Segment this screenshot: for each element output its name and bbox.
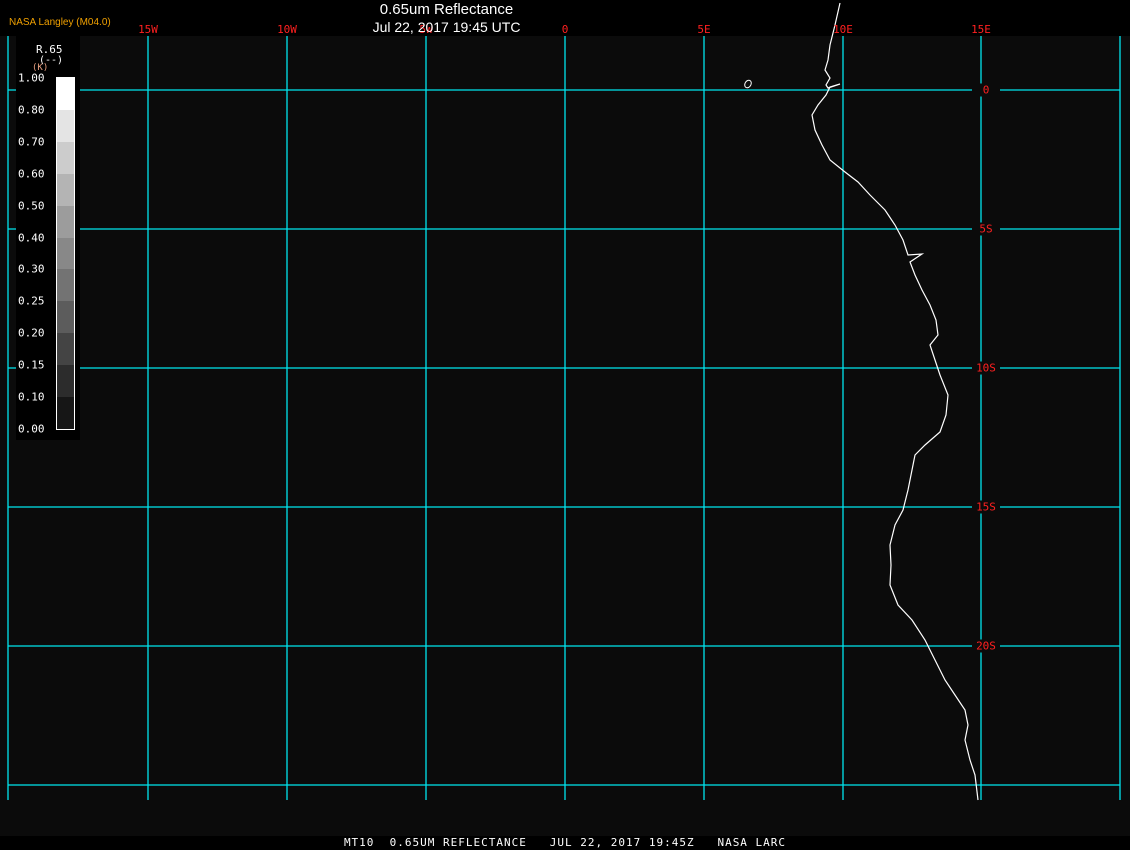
legend-tick-label: 0.70	[18, 135, 45, 149]
image-timestamp: Jul 22, 2017 19:45 UTC	[372, 19, 521, 35]
footer-caption: MT10 0.65UM REFLECTANCE JUL 22, 2017 19:…	[343, 836, 787, 849]
legend-tick-label: 0.20	[18, 326, 45, 340]
island-outline	[744, 79, 752, 89]
legend-swatch	[57, 109, 74, 142]
latitude-label: 5S	[972, 222, 1000, 236]
legend-swatch	[57, 205, 74, 238]
legend-tick-label: 0.15	[18, 358, 45, 372]
legend-tick-label: 0.50	[18, 199, 45, 213]
latitude-label: 15S	[972, 500, 1000, 514]
legend-swatch	[57, 301, 74, 334]
legend-swatch	[57, 237, 74, 270]
legend-swatch	[57, 269, 74, 302]
latitude-label: 0	[972, 83, 1000, 97]
legend-tick-label: 0.25	[18, 294, 45, 308]
latitude-label: 20S	[972, 639, 1000, 653]
legend-tick-label: 0.00	[18, 422, 45, 436]
image-title: 0.65um Reflectance	[379, 1, 514, 18]
legend-swatch	[57, 78, 74, 110]
legend-swatch	[57, 173, 74, 206]
latitude-label: 10S	[972, 361, 1000, 375]
legend-tick-label: 0.80	[18, 103, 45, 117]
longitude-label: 15E	[971, 23, 991, 36]
legend-swatch	[57, 365, 74, 398]
legend-tick-label: 0.30	[18, 262, 45, 276]
legend-tick-label: 0.60	[18, 167, 45, 181]
legend-swatch	[57, 333, 74, 366]
legend-tick-label: 1.00	[18, 71, 45, 85]
lat-lon-grid	[7, 2, 1121, 801]
legend-tick-label: 0.10	[18, 390, 45, 404]
coastline	[811, 2, 979, 801]
legend-swatch	[57, 397, 74, 429]
legend-color-bar	[56, 77, 75, 430]
legend-tick-label: 0.40	[18, 231, 45, 245]
legend-swatch	[57, 141, 74, 174]
